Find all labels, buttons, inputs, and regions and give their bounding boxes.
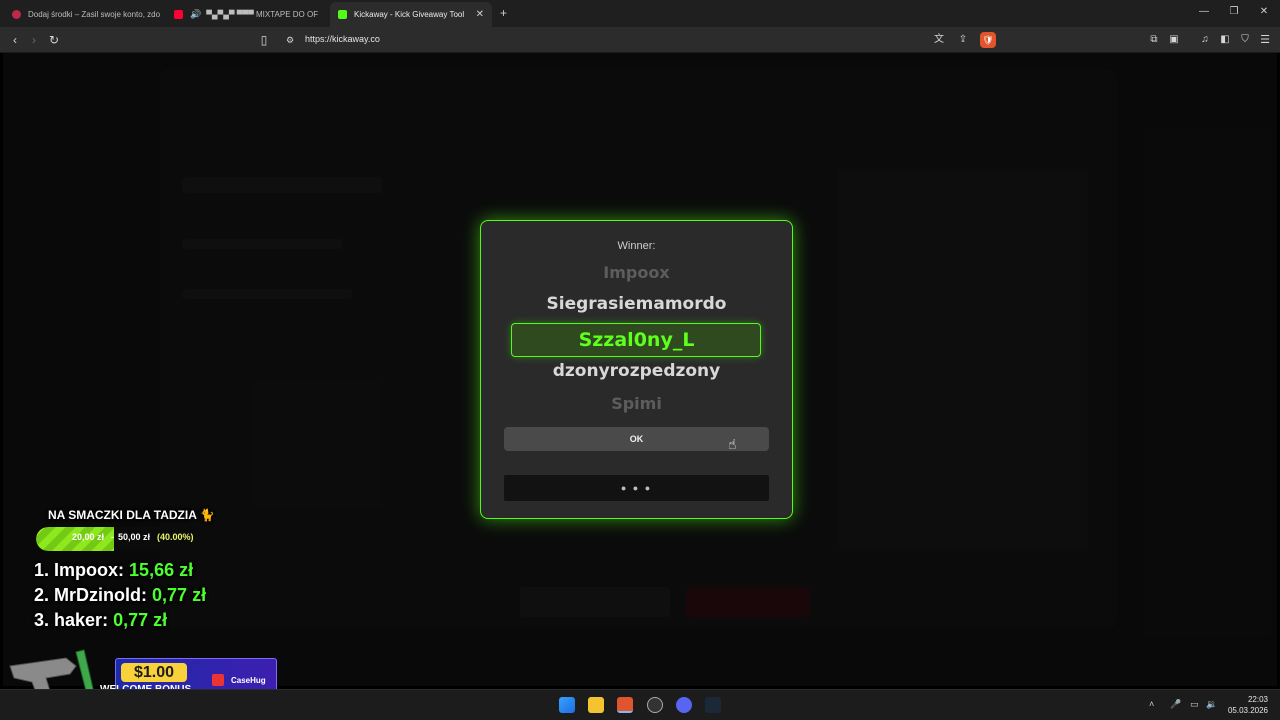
tab-kickaway[interactable]: Kickaway - Kick Giveaway Tool ✕ [330,2,492,27]
restore-icon[interactable]: ❐ [1227,6,1241,17]
goal-title: NA SMACZKI DLA TADZIA 🐈 [48,508,215,522]
clock[interactable]: 22:03 05.03.2026 [1228,694,1268,716]
bookmark-icon[interactable]: ▯ [256,32,272,48]
leaderboard-rank: 1. [34,560,50,580]
translate-icon[interactable]: 文 [931,32,947,48]
reload-icon[interactable]: ↻ [46,32,62,48]
casehug-logo-icon [212,674,224,686]
sidebar-icon[interactable]: ◧ [1217,32,1233,48]
tab-title: Dodaj środki – Zasil swoje konto, zdo [28,9,161,19]
minimize-icon[interactable]: — [1197,6,1211,17]
loading-indicator: ● ● ● [504,475,769,501]
tray-chevron-icon[interactable]: ˄ [1149,699,1154,709]
share-icon[interactable]: ⇪ [955,32,971,48]
discord-icon[interactable] [676,697,692,713]
hand-cursor-icon: ☝ [728,436,737,452]
tab-mixtape[interactable]: 🔊 ▀▄▀▄▀ ▀▀▀ MIXTAPE DO OF [166,4,326,24]
url-field[interactable]: https://kickaway.co [305,34,380,44]
leaderboard-amount: 0,77 zł [113,610,168,630]
leaderboard-entry: 2. MrDzinold: 0,77 zł [34,585,206,606]
winner-label: Winner: [617,240,656,252]
ad-brand: CaseHug [231,676,266,685]
obs-icon[interactable] [647,697,663,713]
browser-toolbar: ‹ › ↻ ▯ ⚙ https://kickaway.co 文 ⇪ 🛡 ⧉ ▣ … [0,27,1280,53]
leaderboard-entry: 1. Impoox: 15,66 zł [34,560,193,581]
steam-icon[interactable] [705,697,721,713]
leaderboard-entry: 3. haker: 0,77 zł [34,610,167,631]
vpn-icon[interactable]: ⛉ [1237,32,1253,48]
winner-reel-item: Impoox [603,263,670,282]
tab-title: ▀▄▀▄▀ ▀▀▀ MIXTAPE DO OF [206,9,319,19]
leaderboard-rank: 3. [34,610,50,630]
media-icon[interactable]: ♫ [1197,32,1213,48]
brave-browser-icon[interactable] [617,697,633,713]
brave-shields-icon[interactable]: 🛡 [980,32,996,48]
close-window-icon[interactable]: ✕ [1257,6,1271,17]
winner-reel-item: Spimi [611,394,662,413]
leaderboard-name: haker: [54,610,109,630]
back-icon[interactable]: ‹ [7,32,23,48]
network-icon[interactable]: ▭ [1190,699,1199,710]
forward-icon[interactable]: › [26,32,42,48]
clock-time: 22:03 [1247,695,1268,704]
kick-favicon-icon [338,10,347,19]
new-tab-button[interactable]: + [500,6,507,20]
youtube-favicon-icon [174,9,183,19]
tab-dodaj-srodki[interactable]: Dodaj środki – Zasil swoje konto, zdo [4,4,164,24]
goal-max: 50,00 zł [118,532,151,542]
menu-icon[interactable]: ☰ [1257,32,1273,48]
extensions-icon[interactable]: ⧉ [1146,32,1162,48]
speaker-icon: 🔊 [190,8,202,19]
goal-separator: - [111,532,114,542]
selected-winner-name: Szzal0ny_L [578,329,695,351]
winner-reel-item: dzonyrozpedzony [552,361,721,381]
start-icon[interactable] [559,697,575,713]
close-tab-icon[interactable]: ✕ [468,9,484,20]
winner-modal: Winner: Impoox Siegrasiemamordo Szzal0ny… [480,220,793,519]
goal-percent: (40.00%) [157,532,194,542]
site-info-icon[interactable]: ⚙ [282,32,298,48]
leaderboard-amount: 15,66 zł [129,560,194,580]
leaderboard-name: Impoox: [54,560,125,580]
browser-tab-bar: Dodaj środki – Zasil swoje konto, zdo 🔊 … [0,0,1280,27]
tab-title: Kickaway - Kick Giveaway Tool [354,10,465,19]
winner-reel-item: Siegrasiemamordo [546,294,727,314]
clock-date: 05.03.2026 [1227,706,1268,715]
goal-current: 20,00 zł [72,532,105,542]
ad-amount: $1.00 [121,663,187,682]
leaderboard-amount: 0,77 zł [152,585,207,605]
leaderboard-rank: 2. [34,585,50,605]
wallet-icon[interactable]: ▣ [1166,32,1182,48]
windows-taskbar: ˄ 🎤 ▭ 🔉 22:03 05.03.2026 [0,689,1280,720]
casehug-favicon-icon [12,9,21,19]
microphone-icon[interactable]: 🎤 [1170,699,1181,710]
leaderboard-name: MrDzinold: [54,585,148,605]
volume-icon[interactable]: 🔉 [1206,699,1217,710]
file-explorer-icon[interactable] [588,697,604,713]
